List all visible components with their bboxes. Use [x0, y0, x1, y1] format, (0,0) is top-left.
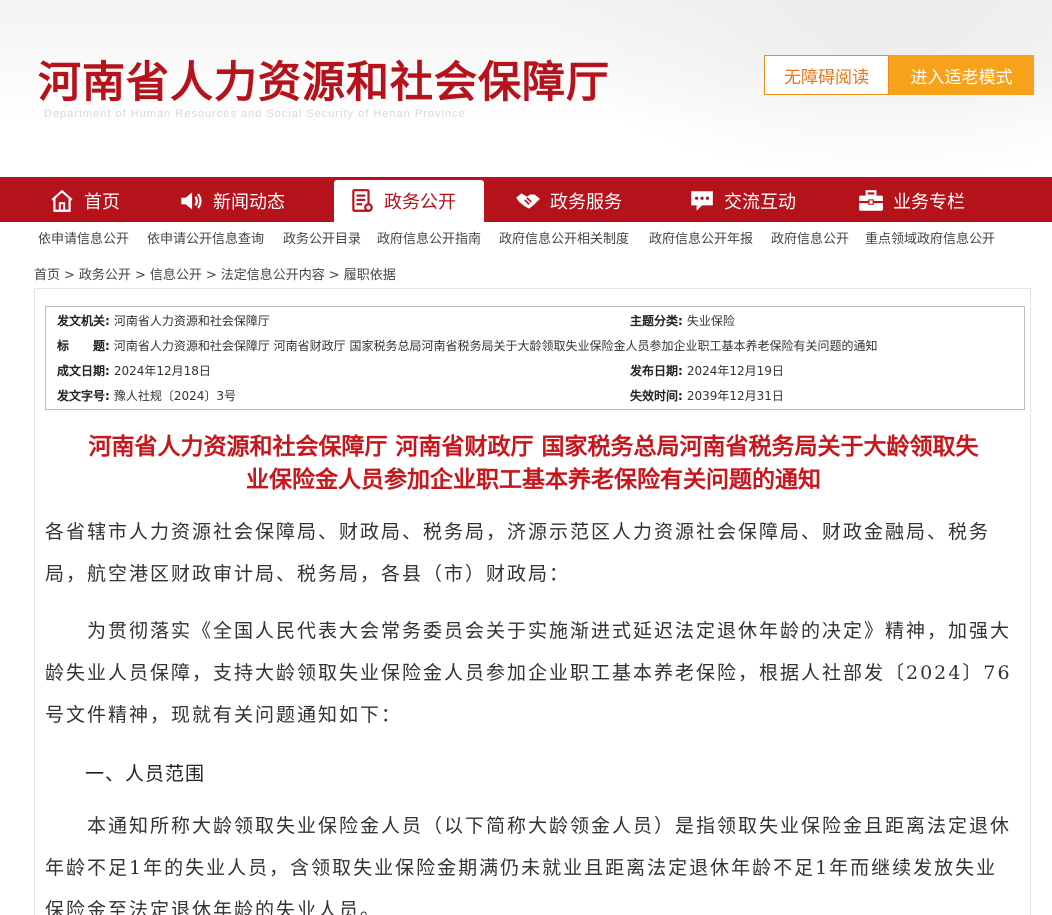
nav-item-gov-affairs[interactable]: 政务公开: [334, 180, 484, 222]
meta-label: 发布日期:: [630, 363, 683, 378]
breadcrumb: 首页 > 政务公开 > 信息公开 > 法定信息公开内容 > 履职依据: [34, 264, 396, 283]
home-icon: [48, 187, 76, 215]
document-title-line: 河南省人力资源和社会保障厅 河南省财政厅 国家税务总局河南省税务局关于大龄领取失: [88, 434, 979, 460]
meta-label: 标 题:: [57, 338, 110, 353]
meta-value: 2024年12月19日: [686, 363, 784, 378]
meta-topic: 主题分类: 失业保险: [630, 308, 735, 332]
addressee-paragraph: 各省辖市人力资源社会保障局、财政局、税务局，济源示范区人力资源社会保障局、财政金…: [45, 521, 991, 585]
meta-created: 成文日期: 2024年12月18日: [57, 358, 211, 382]
subnav-item[interactable]: 政府信息公开: [771, 228, 849, 247]
nav-item-home[interactable]: 首页: [48, 180, 120, 222]
section-heading: 一、人员范围: [85, 763, 206, 785]
chat-icon: [688, 187, 716, 215]
section-body-paragraph: 本通知所称大龄领取失业保险金人员（以下简称大龄领金人员）是指领取失业保险金且距离…: [45, 815, 1012, 915]
meta-label: 失效时间:: [630, 388, 683, 403]
breadcrumb-item[interactable]: 法定信息公开内容: [221, 268, 325, 283]
article-container: 发文机关: 河南省人力资源和社会保障厅 主题分类: 失业保险 标 题: 河南省人…: [34, 288, 1031, 915]
subnav-item[interactable]: 重点领域政府信息公开: [865, 228, 995, 247]
breadcrumb-item[interactable]: 政务公开: [79, 268, 131, 283]
meta-value: 2039年12月31日: [686, 388, 784, 403]
site-subtitle: Department of Human Resources and Social…: [44, 108, 466, 120]
subnav-item[interactable]: 政府信息公开相关制度: [499, 228, 629, 247]
meta-value: 河南省人力资源和社会保障厅: [113, 313, 270, 328]
nav-label: 新闻动态: [213, 192, 285, 213]
main-nav: 首页 新闻动态 政务公开 政务服务 交流互动 业务专栏: [0, 177, 1052, 222]
nav-item-news[interactable]: 新闻动态: [177, 180, 285, 222]
meta-label: 发文字号:: [57, 388, 110, 403]
site-title[interactable]: 河南省人力资源和社会保障厅: [38, 48, 610, 110]
subnav-item[interactable]: 依申请信息公开: [38, 228, 129, 247]
meta-issuer: 发文机关: 河南省人力资源和社会保障厅: [57, 308, 270, 332]
meta-value: 河南省人力资源和社会保障厅 河南省财政厅 国家税务总局河南省税务局关于大龄领取失…: [113, 338, 878, 353]
site-header: 河南省人力资源和社会保障厅 Department of Human Resour…: [0, 0, 1052, 177]
document-title-line: 业保险金人员参加企业职工基本养老保险有关问题的通知: [246, 467, 821, 493]
meta-published: 发布日期: 2024年12月19日: [630, 358, 784, 382]
nav-label: 交流互动: [724, 192, 796, 213]
breadcrumb-item[interactable]: 信息公开: [150, 268, 202, 283]
breadcrumb-item[interactable]: 履职依据: [344, 268, 396, 283]
meta-value: 失业保险: [686, 313, 735, 328]
speaker-icon: [177, 187, 205, 215]
nav-label: 首页: [84, 192, 120, 213]
meta-label: 主题分类:: [630, 313, 683, 328]
sub-nav: 依申请信息公开 依申请公开信息查询 政务公开目录 政府信息公开指南 政府信息公开…: [0, 222, 1052, 252]
nav-item-services[interactable]: 政务服务: [514, 180, 622, 222]
meta-value: 豫人社规〔2024〕3号: [113, 388, 236, 403]
elder-mode-button[interactable]: 进入适老模式: [889, 55, 1034, 95]
breadcrumb-item[interactable]: 首页: [34, 268, 60, 283]
breadcrumb-separator: >: [134, 268, 146, 283]
subnav-item[interactable]: 政务公开目录: [283, 228, 361, 247]
briefcase-icon: [857, 187, 885, 215]
intro-paragraph: 为贯彻落实《全国人民代表大会常务委员会关于实施渐进式延迟法定退休年龄的决定》精神…: [45, 620, 1012, 726]
accessible-reading-button[interactable]: 无障碍阅读: [764, 55, 889, 95]
meta-label: 发文机关:: [57, 313, 110, 328]
nav-item-columns[interactable]: 业务专栏: [857, 180, 965, 222]
subnav-item[interactable]: 依申请公开信息查询: [147, 228, 264, 247]
breadcrumb-separator: >: [205, 268, 217, 283]
document-title: 河南省人力资源和社会保障厅 河南省财政厅 国家税务总局河南省税务局关于大龄领取失…: [35, 431, 1032, 497]
meta-value: 2024年12月18日: [113, 363, 211, 378]
document-metadata-table: 发文机关: 河南省人力资源和社会保障厅 主题分类: 失业保险 标 题: 河南省人…: [45, 306, 1025, 410]
handshake-icon: [514, 187, 542, 215]
meta-docno: 发文字号: 豫人社规〔2024〕3号: [57, 383, 236, 407]
document-icon: [348, 187, 376, 215]
nav-item-interaction[interactable]: 交流互动: [688, 180, 796, 222]
nav-label: 业务专栏: [893, 192, 965, 213]
breadcrumb-separator: >: [64, 268, 75, 283]
meta-label: 成文日期:: [57, 363, 110, 378]
breadcrumb-separator: >: [328, 268, 340, 283]
subnav-item[interactable]: 政府信息公开年报: [649, 228, 753, 247]
nav-label: 政务公开: [384, 192, 456, 213]
subnav-item[interactable]: 政府信息公开指南: [377, 228, 481, 247]
meta-title: 标 题: 河南省人力资源和社会保障厅 河南省财政厅 国家税务总局河南省税务局关于…: [57, 333, 877, 357]
meta-expires: 失效时间: 2039年12月31日: [630, 383, 784, 407]
nav-label: 政务服务: [550, 192, 622, 213]
